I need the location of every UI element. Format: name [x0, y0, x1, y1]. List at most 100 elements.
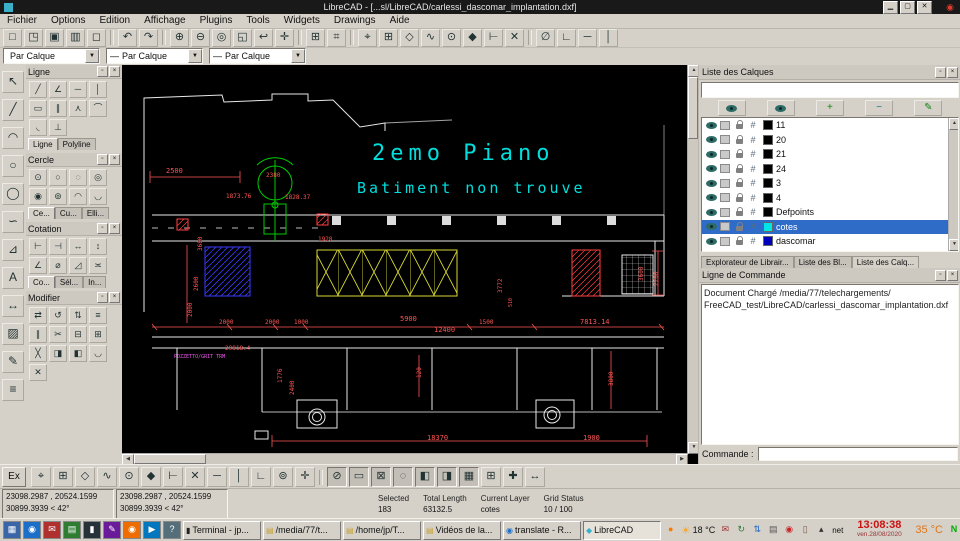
layer-lock-toggle[interactable] — [732, 150, 746, 158]
menu-tools[interactable]: Tools — [239, 14, 276, 28]
layer-lock-toggle[interactable] — [732, 194, 746, 202]
select-invert-icon[interactable]: ✚ — [503, 467, 523, 487]
layer-visibility-toggle[interactable] — [704, 136, 718, 143]
command-input[interactable] — [758, 447, 958, 461]
maximize-button[interactable]: ▢ — [900, 1, 915, 14]
dim-aligned-icon[interactable]: ⊢ — [29, 238, 47, 255]
dock-tab[interactable]: Ligne — [28, 138, 58, 150]
dim-radial-icon[interactable]: ◿ — [69, 257, 87, 274]
mail-notifier-icon[interactable]: ✉ — [718, 523, 732, 537]
dim-horizontal-icon[interactable]: ↔ — [69, 238, 87, 255]
layer-lock-toggle[interactable] — [732, 208, 746, 216]
bottom-snap-entity-icon[interactable]: ∿ — [97, 467, 117, 487]
snap-center-icon[interactable]: ⊙ — [442, 29, 461, 47]
cad-canvas[interactable]: 2emo Piano Batiment non trouve 25001873.… — [122, 65, 688, 454]
polyline-tool-icon[interactable]: ⊿ — [2, 239, 24, 261]
dock-tab[interactable]: Polyline — [58, 138, 96, 150]
chevron-down-icon[interactable]: ▼ — [291, 49, 305, 63]
line-angle-icon[interactable]: ∠ — [49, 81, 67, 98]
layer-print-toggle[interactable] — [718, 150, 732, 159]
dock-tab[interactable]: Elli... — [82, 207, 109, 219]
network-icon[interactable]: ⇅ — [750, 523, 764, 537]
modify-tool-icon[interactable]: ✎ — [2, 351, 24, 373]
layer-row[interactable]: #24 — [702, 162, 958, 177]
layer-lock-toggle[interactable] — [732, 237, 746, 245]
modify-trim-two-icon[interactable]: ⊟ — [69, 326, 87, 343]
close-dock-button[interactable]: × — [109, 154, 120, 165]
layer-visibility-toggle[interactable] — [704, 223, 718, 230]
pen-linetype-combo[interactable]: — Par Calque ▼ — [209, 48, 306, 64]
caret-up-icon[interactable]: ▴ — [814, 523, 828, 537]
layer-construction-toggle[interactable]: # — [746, 178, 760, 188]
layer-row[interactable]: #3 — [702, 176, 958, 191]
menu-widgets[interactable]: Widgets — [277, 14, 327, 28]
layer-row[interactable]: #Defpoints — [702, 205, 958, 220]
line-horizontal-icon[interactable]: ─ — [69, 81, 87, 98]
layer-print-toggle[interactable] — [718, 222, 732, 231]
layer-print-toggle[interactable] — [718, 237, 732, 246]
layer-row[interactable]: #cotes — [702, 220, 958, 235]
layer-visibility-toggle[interactable] — [704, 151, 718, 158]
circle-tool-icon[interactable]: ○ — [2, 155, 24, 177]
menu-drawings[interactable]: Drawings — [327, 14, 383, 28]
new-file-icon[interactable]: □ — [3, 29, 22, 47]
menu-plugins[interactable]: Plugins — [193, 14, 240, 28]
close-dock-button[interactable]: × — [109, 292, 120, 303]
circle-two-points-icon[interactable]: ○ — [49, 169, 67, 186]
bottom-restrict-vertical-icon[interactable]: │ — [229, 467, 249, 487]
line-orthogonal-icon[interactable]: ⊥ — [49, 119, 67, 136]
zoom-in-icon[interactable]: ⊕ — [170, 29, 189, 47]
restrict-vertical-icon[interactable]: │ — [599, 29, 618, 47]
edit-layer-button[interactable]: ✎ — [914, 100, 942, 116]
scroll-down-icon[interactable]: ▼ — [949, 239, 959, 251]
layer-print-toggle[interactable] — [718, 193, 732, 202]
mail-icon[interactable]: ✉ — [43, 521, 61, 539]
pen-color-combo[interactable]: Par Calque ▼ — [3, 48, 100, 64]
select-single-icon[interactable]: ↔ — [525, 467, 545, 487]
snap-middle-icon[interactable]: ◆ — [463, 29, 482, 47]
select-all-icon[interactable]: ⊞ — [481, 467, 501, 487]
layer-construction-toggle[interactable]: # — [746, 135, 760, 145]
taskbar-window-3[interactable]: ▤Vidéos de la... — [423, 521, 501, 540]
save-file-icon[interactable]: ▣ — [45, 29, 64, 47]
circle-two-point-radius-icon[interactable]: ◉ — [29, 188, 47, 205]
layer-row[interactable]: #21 — [702, 147, 958, 162]
modify-lengthen-icon[interactable]: ⊞ — [89, 326, 107, 343]
select-layer-icon[interactable]: ▦ — [459, 467, 479, 487]
zoom-previous-icon[interactable]: ↩ — [254, 29, 273, 47]
scroll-thumb[interactable] — [134, 454, 206, 464]
media-player-icon[interactable]: ▶ — [143, 521, 161, 539]
layer-row[interactable]: #11 — [702, 118, 958, 133]
dock-tab[interactable]: Sél... — [55, 276, 83, 288]
layer-lock-toggle[interactable] — [732, 179, 746, 187]
zoom-window-icon[interactable]: ◱ — [233, 29, 252, 47]
right-tab[interactable]: Liste des Bl... — [794, 256, 852, 268]
lock-relative-zero-icon[interactable]: ⊚ — [273, 467, 293, 487]
layer-lock-toggle[interactable] — [732, 121, 746, 129]
circle-concentric-icon[interactable]: ◎ — [89, 169, 107, 186]
taskbar-window-1[interactable]: ▤/media/77/t... — [263, 521, 341, 540]
restrict-orthogonal-icon[interactable]: ∟ — [557, 29, 576, 47]
layer-visibility-toggle[interactable] — [704, 180, 718, 187]
chevron-down-icon[interactable]: ▼ — [188, 49, 202, 63]
bottom-restrict-horizontal-icon[interactable]: ─ — [207, 467, 227, 487]
update-icon[interactable]: ↻ — [734, 523, 748, 537]
float-dock-button[interactable]: ▫ — [97, 292, 108, 303]
print-preview-icon[interactable]: ◻ — [87, 29, 106, 47]
redo-icon[interactable]: ↷ — [139, 29, 158, 47]
record-icon[interactable]: ◉ — [782, 523, 796, 537]
ellipse-tool-icon[interactable]: ◯ — [2, 183, 24, 205]
select-tool-icon[interactable]: ↖ — [2, 71, 24, 93]
menu-options[interactable]: Options — [44, 14, 92, 28]
float-panel-button[interactable]: ▫ — [935, 67, 946, 78]
layer-construction-toggle[interactable]: # — [746, 164, 760, 174]
menu-affichage[interactable]: Affichage — [137, 14, 193, 28]
layer-construction-toggle[interactable]: # — [746, 120, 760, 130]
minimize-button[interactable]: ▁ — [883, 1, 898, 14]
isometric-grid-icon[interactable]: ⌗ — [327, 29, 346, 47]
help-icon[interactable]: ? — [163, 521, 181, 539]
layer-filter-input[interactable] — [701, 82, 959, 98]
clipboard-icon[interactable]: ▯ — [798, 523, 812, 537]
circle-tangent-icon[interactable]: ⊚ — [49, 188, 67, 205]
editor-icon[interactable]: ✎ — [103, 521, 121, 539]
